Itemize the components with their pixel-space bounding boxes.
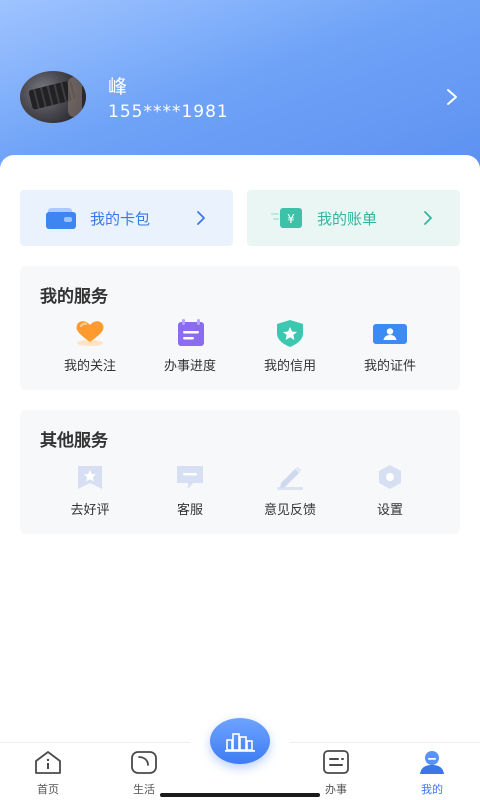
my-services-panel: 我的服务 我的关注 办事进度 我的信用 我的证件 bbox=[20, 266, 460, 390]
tab-mine-label: 我的 bbox=[421, 783, 443, 796]
settings-label: 设置 bbox=[376, 503, 403, 518]
center-city-button[interactable] bbox=[210, 718, 270, 764]
chevron-right-icon bbox=[197, 211, 205, 225]
gear-hexagon-icon bbox=[379, 465, 401, 489]
my-follows-item[interactable]: 我的关注 bbox=[35, 316, 145, 376]
my-documents-item[interactable]: 我的证件 bbox=[335, 316, 445, 376]
user-icon bbox=[420, 751, 444, 774]
other-services-panel: 其他服务 去好评 客服 意见反馈 设置 bbox=[20, 410, 460, 534]
tab-tasks[interactable]: 办事 bbox=[306, 747, 366, 797]
my-wallet-card[interactable]: 我的卡包 bbox=[20, 190, 233, 246]
other-services-title: 其他服务 bbox=[40, 431, 108, 451]
user-name: 峰 bbox=[108, 76, 128, 98]
feedback-item[interactable]: 意见反馈 bbox=[235, 460, 345, 520]
my-bill-card[interactable]: ¥ 我的账单 bbox=[247, 190, 460, 246]
tab-mine[interactable]: 我的 bbox=[402, 747, 462, 797]
my-follows-label: 我的关注 bbox=[63, 359, 116, 374]
star-bookmark-icon bbox=[78, 466, 102, 489]
user-phone: 155****1981 bbox=[108, 102, 229, 122]
tab-home[interactable]: 首页 bbox=[18, 747, 78, 797]
my-wallet-label: 我的卡包 bbox=[90, 210, 151, 228]
city-buildings-icon bbox=[225, 733, 255, 752]
task-progress-label: 办事进度 bbox=[163, 359, 216, 374]
calendar-progress-icon bbox=[178, 319, 204, 346]
rate-us-item[interactable]: 去好评 bbox=[35, 460, 145, 520]
home-indicator bbox=[160, 793, 320, 797]
heart-icon bbox=[76, 321, 104, 346]
bill-icon: ¥ bbox=[271, 208, 302, 228]
svg-text:¥: ¥ bbox=[287, 212, 295, 226]
chevron-right-icon[interactable] bbox=[442, 86, 462, 108]
avatar[interactable] bbox=[20, 71, 86, 123]
my-credit-item[interactable]: 我的信用 bbox=[235, 316, 345, 376]
task-list-icon bbox=[323, 750, 349, 774]
feedback-label: 意见反馈 bbox=[263, 503, 316, 518]
rate-us-label: 去好评 bbox=[70, 503, 110, 518]
my-documents-label: 我的证件 bbox=[363, 359, 416, 374]
life-icon bbox=[131, 751, 157, 774]
home-icon bbox=[35, 751, 61, 774]
my-bill-label: 我的账单 bbox=[317, 210, 378, 228]
customer-service-label: 客服 bbox=[176, 503, 203, 518]
wallet-icon bbox=[46, 208, 76, 229]
shield-star-icon bbox=[277, 320, 303, 347]
task-progress-item[interactable]: 办事进度 bbox=[135, 316, 245, 376]
my-services-title: 我的服务 bbox=[40, 287, 108, 307]
chat-bubble-icon bbox=[177, 466, 203, 489]
my-credit-label: 我的信用 bbox=[263, 359, 316, 374]
pencil-icon bbox=[277, 466, 303, 490]
chevron-right-icon bbox=[424, 211, 432, 225]
tab-home-label: 首页 bbox=[37, 783, 59, 796]
settings-item[interactable]: 设置 bbox=[335, 460, 445, 520]
tab-life[interactable]: 生活 bbox=[114, 747, 174, 797]
id-card-icon bbox=[373, 324, 407, 344]
customer-service-item[interactable]: 客服 bbox=[135, 460, 245, 520]
